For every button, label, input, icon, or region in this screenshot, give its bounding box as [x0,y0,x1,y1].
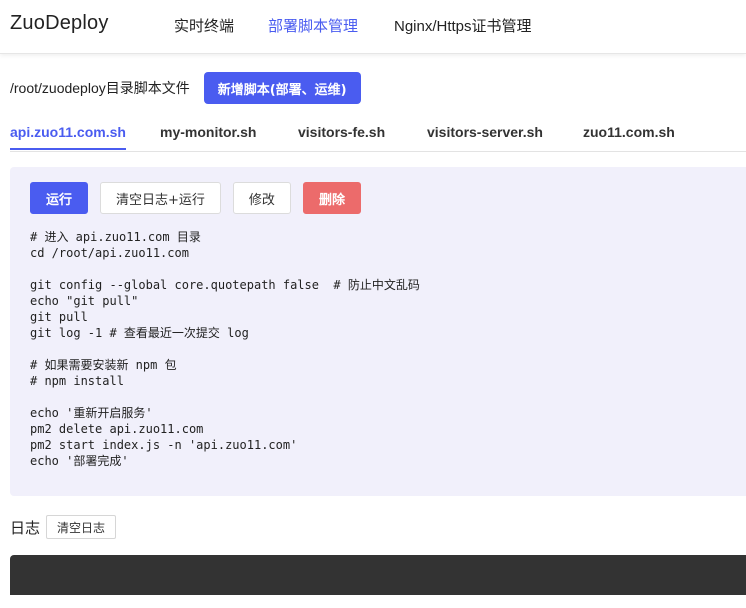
app-title: ZuoDeploy [10,12,109,34]
log-console [10,555,746,595]
run-button[interactable]: 运行 [30,182,89,214]
delete-button[interactable]: 删除 [302,182,361,214]
edit-button[interactable]: 修改 [232,182,291,214]
script-content: # 进入 api.zuo11.com 目录 cd /root/api.zuo11… [30,230,420,468]
top-nav-bar: ZuoDeploy 实时终端 部署脚本管理 Nginx/Https证书管理 [0,0,746,54]
script-toolbar: /root/zuodeploy目录脚本文件 新增脚本(部署、运维) [10,72,361,104]
nav-item-terminal[interactable]: 实时终端 [174,15,234,36]
tab-api-zuo11-com-sh[interactable]: api.zuo11.com.sh [10,124,126,150]
log-title: 日志 [10,519,41,537]
script-actions: 运行 清空日志+运行 修改 删除 [30,182,373,214]
clear-log-button[interactable]: 清空日志 [46,515,117,539]
add-script-button[interactable]: 新增脚本(部署、运维) [203,72,361,104]
nav-item-deploy-scripts[interactable]: 部署脚本管理 [268,15,358,36]
tab-zuo11-com-sh[interactable]: zuo11.com.sh [583,124,675,148]
script-tabs: api.zuo11.com.sh my-monitor.sh visitors-… [10,116,746,152]
script-panel: 运行 清空日志+运行 修改 删除 # 进入 api.zuo11.com 目录 c… [10,167,746,496]
tab-visitors-fe-sh[interactable]: visitors-fe.sh [298,124,385,148]
clear-log-run-button[interactable]: 清空日志+运行 [100,182,221,214]
nav-item-nginx-https[interactable]: Nginx/Https证书管理 [394,15,532,36]
tab-my-monitor-sh[interactable]: my-monitor.sh [160,124,256,148]
script-dir-label: /root/zuodeploy目录脚本文件 [10,80,190,96]
tab-visitors-server-sh[interactable]: visitors-server.sh [427,124,543,148]
log-header: 日志 清空日志 [10,514,117,540]
